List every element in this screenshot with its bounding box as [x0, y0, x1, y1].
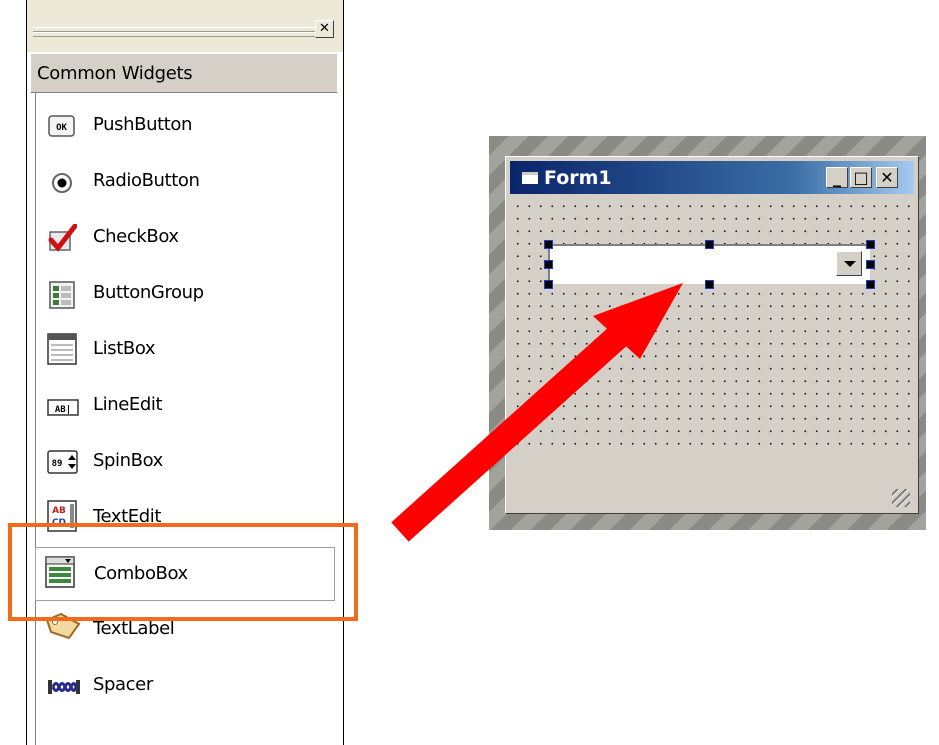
- drag-arrow: [391, 283, 683, 542]
